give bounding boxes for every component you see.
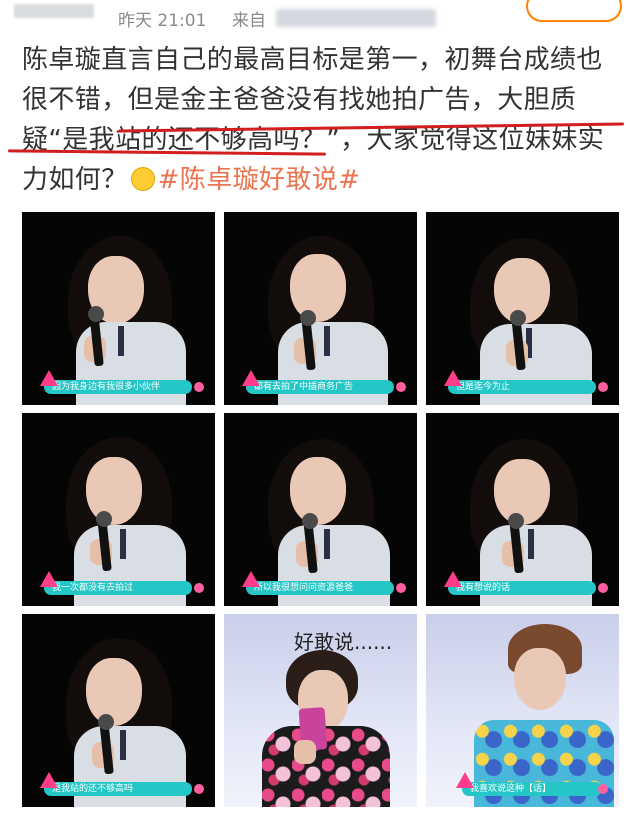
show-logo-icon — [444, 571, 462, 587]
subtitle-bar: 我有想说的话 — [448, 581, 596, 595]
hand — [294, 740, 316, 764]
post-line-2-b: 但是金主爸爸没有找她拍广告，大胆质 — [127, 85, 577, 115]
subtitle-bar: 我喜欢说这种【话】 — [462, 782, 602, 796]
tie — [120, 730, 126, 760]
post-header: 昨天 21:01 来自 — [0, 0, 641, 40]
subtitle-bar: 都有去拍了中插商务广告 — [246, 380, 394, 394]
face — [290, 457, 346, 525]
face — [290, 254, 346, 322]
post-time: 昨天 21:01 — [118, 11, 207, 31]
photo-6[interactable]: 我有想说的话 — [426, 413, 619, 606]
face — [514, 648, 566, 710]
subtitle-bar: 我一次都没有去拍过 — [44, 581, 192, 595]
subtitle-end-icon — [396, 382, 406, 392]
subtitle-end-icon — [194, 583, 204, 593]
post-line-3-b: ，大家觉得这位妹妹实 — [340, 125, 605, 155]
photo-7[interactable]: 是我站的还不够高吗 — [22, 614, 215, 807]
subtitle-end-icon — [598, 784, 608, 794]
subtitle-bar: 因为我身边有我很多小伙伴 — [44, 380, 192, 394]
show-logo-icon — [456, 772, 474, 788]
show-logo-icon — [40, 571, 58, 587]
show-logo-icon — [40, 370, 58, 386]
subtitle-end-icon — [598, 583, 608, 593]
post-line-4: 力如何？ #陈卓璇好敢说# — [22, 160, 622, 200]
post-line-4-a: 力如何？ — [22, 165, 128, 195]
tie — [118, 326, 124, 356]
post-line-1: 陈卓璇直言自己的最高目标是第一，初舞台成绩也 — [22, 45, 603, 75]
subtitle-bar: 所以我很想问问资源爸爸 — [246, 581, 394, 595]
subtitle-bar: 但是迄今为止 — [448, 380, 596, 394]
post-source-label: 来自 — [232, 11, 266, 31]
photo-1[interactable]: 因为我身边有我很多小伙伴 — [22, 212, 215, 405]
photo-2[interactable]: 都有去拍了中插商务广告 — [224, 212, 417, 405]
post-line-2-a: 很不错， — [22, 85, 128, 115]
show-logo-icon — [40, 772, 58, 788]
tie — [528, 529, 534, 559]
subtitle-end-icon — [194, 382, 204, 392]
mic-head — [510, 310, 526, 326]
hashtag-link[interactable]: #陈卓璇好敢说# — [158, 165, 361, 195]
follow-button[interactable] — [526, 0, 622, 22]
subtitle-end-icon — [598, 382, 608, 392]
mic-head — [302, 513, 318, 529]
show-logo-icon — [242, 370, 260, 386]
show-logo-icon — [242, 571, 260, 587]
subtitle-bar: 是我站的还不够高吗 — [44, 782, 192, 796]
mic-head — [88, 306, 104, 322]
photo-5[interactable]: 所以我很想问问资源爸爸 — [224, 413, 417, 606]
reaction-caption: 好敢说...... — [294, 630, 393, 654]
face — [86, 457, 142, 525]
mic-head — [300, 310, 316, 326]
show-logo-icon — [444, 370, 462, 386]
post-text: 陈卓璇直言自己的最高目标是第一，初舞台成绩也 很不错，但是金主爸爸没有找她拍广告… — [22, 40, 622, 200]
mic-head — [508, 513, 524, 529]
post-line-2: 很不错，但是金主爸爸没有找她拍广告，大胆质 — [22, 80, 622, 120]
mic-head — [98, 714, 114, 730]
blurred-username[interactable] — [14, 4, 94, 18]
tie — [120, 529, 126, 559]
face — [86, 658, 142, 726]
photo-4[interactable]: 我一次都没有去拍过 — [22, 413, 215, 606]
photo-9[interactable]: 我喜欢说这种【话】 — [426, 614, 619, 807]
subtitle-end-icon — [194, 784, 204, 794]
blurred-source — [276, 9, 436, 27]
thinking-emoji-icon — [130, 167, 155, 191]
photo-3[interactable]: 但是迄今为止 — [426, 212, 619, 405]
tie — [324, 326, 330, 356]
mic-head — [96, 511, 112, 527]
photo-8[interactable]: 好敢说...... — [224, 614, 417, 807]
subtitle-end-icon — [396, 583, 406, 593]
tie — [324, 529, 330, 559]
